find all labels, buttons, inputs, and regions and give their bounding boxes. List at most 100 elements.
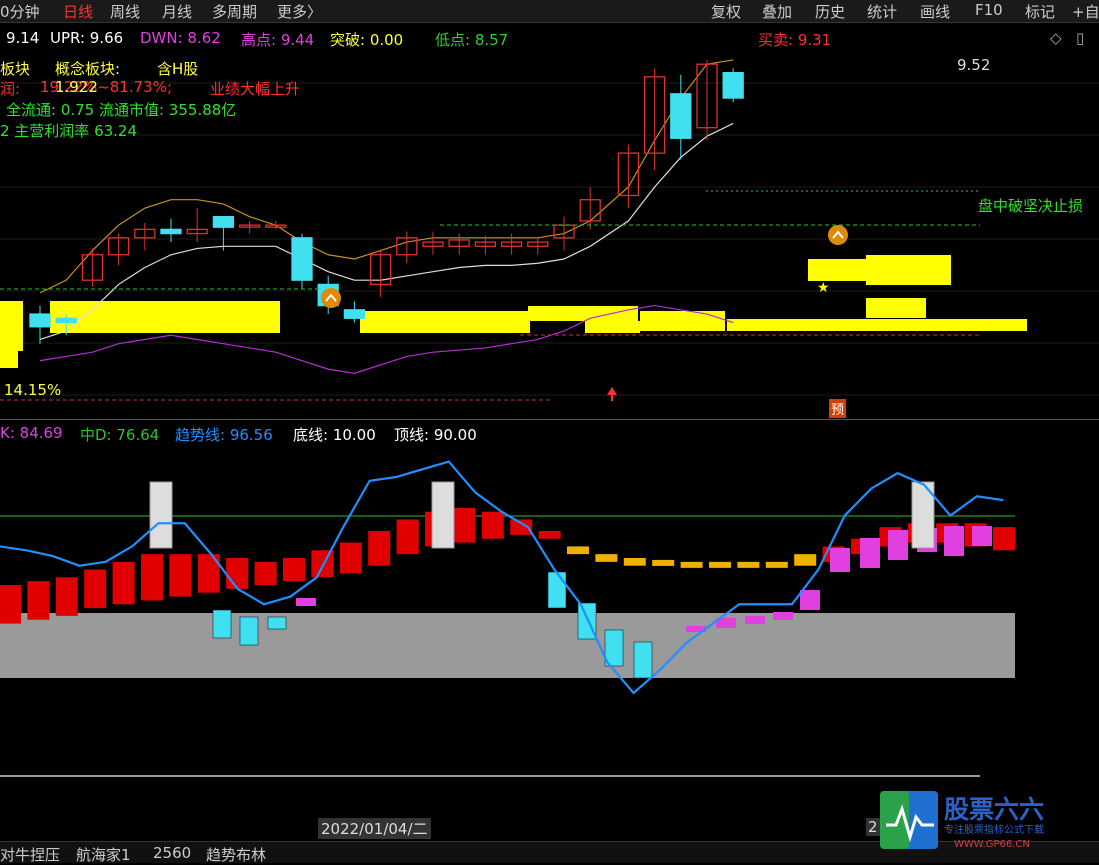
bottom-line-value: 底线: 10.00 bbox=[293, 426, 376, 444]
momentum-bar bbox=[737, 561, 760, 568]
support-zone bbox=[0, 328, 18, 368]
low-value: 低点: 8.57 bbox=[435, 31, 509, 49]
momentum-bar bbox=[453, 507, 476, 543]
momentum-bar bbox=[623, 558, 646, 566]
momentum-bar bbox=[254, 561, 277, 585]
date-label: 2022/01/04/二 bbox=[318, 818, 431, 839]
k-bar bbox=[296, 598, 316, 606]
k-bar bbox=[800, 590, 820, 610]
star-icon: ★ bbox=[817, 280, 830, 296]
momentum-bar bbox=[169, 554, 192, 597]
panel-toggle-icon[interactable]: ▯ bbox=[1076, 29, 1084, 47]
oversold-bar bbox=[239, 616, 259, 646]
indicator-prefix: 9.14 bbox=[6, 29, 40, 47]
k-bar bbox=[944, 526, 964, 556]
momentum-bar bbox=[339, 542, 362, 574]
oversold-zone bbox=[0, 613, 1015, 678]
upr-value: UPR: 9.66 bbox=[50, 29, 124, 47]
peak-price-label: 9.52 bbox=[957, 56, 991, 74]
momentum-bar bbox=[84, 569, 107, 609]
sector-label: 板块 bbox=[0, 60, 31, 78]
candle-body bbox=[722, 71, 744, 99]
d-value: 中D: 76.64 bbox=[80, 426, 160, 444]
restore-right-button[interactable]: 复权 bbox=[711, 1, 741, 22]
profit-label: 润: bbox=[0, 80, 21, 98]
buysell-value: 买卖: 9.31 bbox=[758, 31, 832, 49]
k-bar bbox=[745, 616, 765, 624]
logo-subtitle: 专注股票指标公式下载 bbox=[944, 823, 1044, 836]
candle-body bbox=[212, 215, 235, 228]
k-bar bbox=[972, 526, 992, 546]
k-bar bbox=[888, 530, 908, 560]
mark-button[interactable]: 标记 bbox=[1025, 1, 1055, 22]
tab-2560[interactable]: 2560 bbox=[153, 844, 191, 862]
red-up-arrow-icon bbox=[607, 387, 617, 401]
candle-body bbox=[291, 237, 313, 281]
oversold-bar bbox=[633, 641, 653, 679]
custom-button[interactable]: +自 bbox=[1072, 1, 1099, 22]
candle-body bbox=[55, 317, 77, 324]
concept-sector-label: 概念板块: bbox=[55, 60, 121, 78]
tab-multi-period[interactable]: 多周期 bbox=[212, 1, 257, 22]
tab-daily[interactable]: 日线 bbox=[63, 1, 93, 22]
momentum-bar bbox=[680, 561, 703, 568]
support-zone bbox=[866, 298, 926, 318]
momentum-bar bbox=[396, 519, 419, 555]
profit-note: 业绩大幅上升 bbox=[210, 80, 301, 98]
float-info: 全流通: 0.75 流通市值: 355.88亿 bbox=[6, 101, 237, 119]
momentum-bar bbox=[709, 561, 731, 568]
momentum-bar bbox=[112, 561, 135, 605]
high-value: 高点: 9.44 bbox=[241, 31, 315, 49]
k-value: K: 84.69 bbox=[0, 424, 63, 442]
tab-monthly[interactable]: 月线 bbox=[162, 1, 192, 22]
logo-title: 股票六六 bbox=[944, 795, 1044, 824]
buy-signal-icon bbox=[828, 225, 848, 245]
signal-box bbox=[149, 481, 173, 549]
momentum-bar bbox=[226, 558, 249, 589]
kd-oscillator-chart[interactable] bbox=[0, 420, 1099, 840]
momentum-bar bbox=[141, 554, 163, 601]
support-zone bbox=[528, 306, 638, 321]
support-zone bbox=[808, 259, 868, 281]
draw-line-button[interactable]: 画线 bbox=[920, 1, 950, 22]
support-zone bbox=[727, 319, 1027, 331]
momentum-bar bbox=[283, 558, 305, 582]
oversold-bar bbox=[212, 609, 232, 639]
momentum-bar bbox=[595, 554, 618, 562]
tab-more[interactable]: 更多〉 bbox=[277, 1, 322, 22]
h-share-label: 含H股 bbox=[157, 60, 199, 78]
dwn-value: DWN: 8.62 bbox=[140, 29, 221, 47]
stats-button[interactable]: 统计 bbox=[867, 1, 897, 22]
support-zone bbox=[50, 301, 280, 333]
tab-minute[interactable]: 0分钟 bbox=[0, 1, 40, 22]
support-zone bbox=[866, 255, 951, 285]
history-button[interactable]: 历史 bbox=[815, 1, 845, 22]
pre-signal-badge: 预 bbox=[829, 399, 847, 418]
momentum-bar bbox=[794, 554, 817, 566]
signal-box bbox=[431, 481, 455, 549]
momentum-bar bbox=[652, 559, 675, 566]
momentum-bar bbox=[27, 581, 50, 620]
k-bar bbox=[860, 538, 880, 568]
site-logo: 股票六六 专注股票指标公式下载 WWW.GP66.CN bbox=[880, 791, 1090, 851]
overlay-button[interactable]: 叠加 bbox=[762, 1, 792, 22]
f10-button[interactable]: F10 bbox=[975, 1, 1003, 19]
percent-label: 14.15% bbox=[4, 381, 62, 399]
candle-body bbox=[29, 313, 51, 328]
candle-body bbox=[670, 93, 692, 139]
date-label-right: 2 bbox=[866, 818, 880, 836]
momentum-bar bbox=[993, 527, 1015, 551]
tab-weekly[interactable]: 周线 bbox=[110, 1, 140, 22]
logo-url: WWW.GP66.CN bbox=[954, 839, 1030, 850]
support-zone bbox=[360, 311, 530, 333]
k-bar bbox=[830, 548, 850, 572]
top-line-value: 顶线: 90.00 bbox=[394, 426, 477, 444]
momentum-bar bbox=[567, 546, 589, 555]
momentum-bar bbox=[765, 561, 788, 568]
oversold-bar bbox=[547, 571, 567, 609]
diamond-icon[interactable]: ◇ bbox=[1050, 29, 1062, 47]
toolbar: 0分钟 日线 周线 月线 多周期 更多〉 复权 叠加 历史 统计 画线 F10 … bbox=[0, 0, 1099, 23]
buy-signal-icon bbox=[321, 288, 341, 308]
momentum-bar bbox=[0, 585, 21, 624]
momentum-bar bbox=[538, 531, 561, 539]
